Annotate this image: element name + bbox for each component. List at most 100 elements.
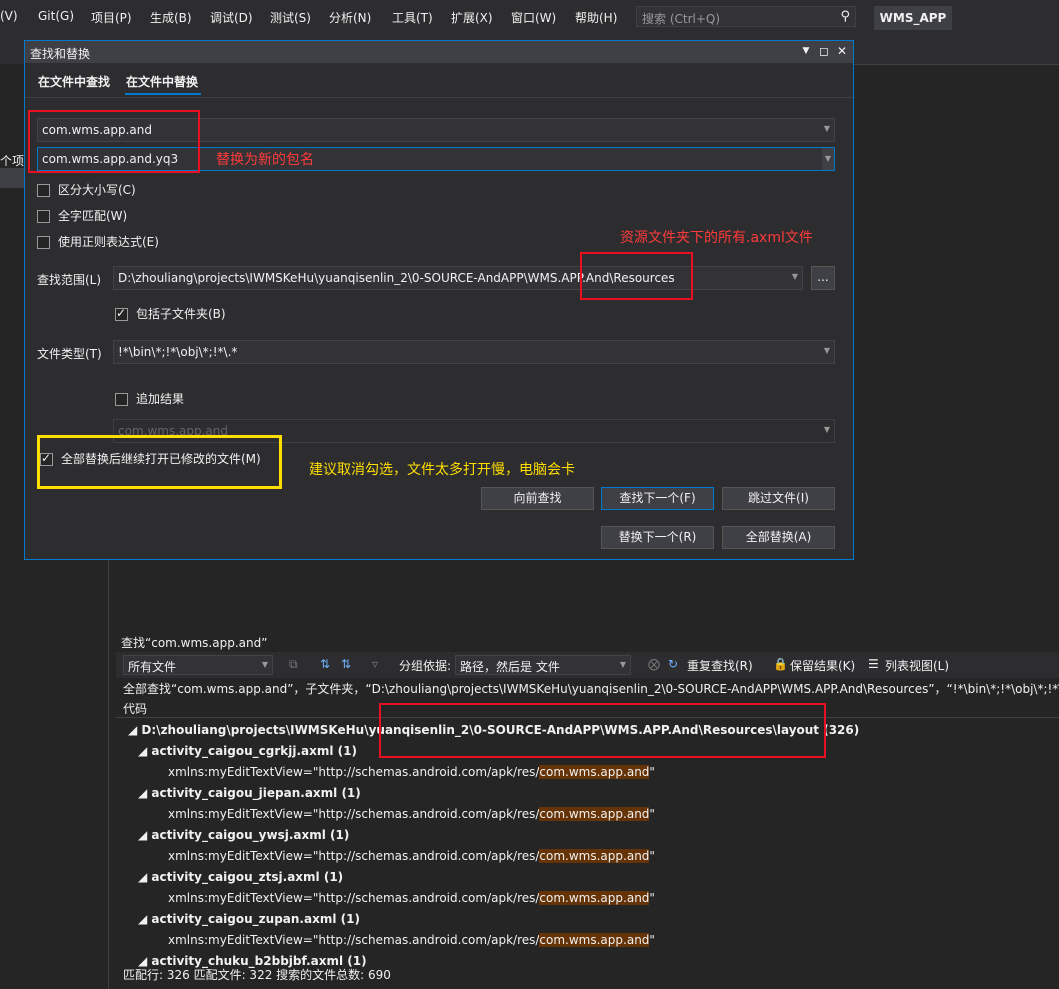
match-line-row[interactable]: xmlns:myEditTextView="http://schemas.and… bbox=[168, 891, 655, 905]
replace-annotation: 替换为新的包名 bbox=[216, 152, 314, 168]
file-filter-value: 所有文件 bbox=[128, 660, 177, 674]
match-line-suffix: " bbox=[649, 891, 655, 905]
menu-view[interactable]: (V) bbox=[0, 9, 18, 23]
append-results-checkbox[interactable] bbox=[115, 393, 128, 406]
dialog-title: 查找和替换 bbox=[30, 47, 91, 61]
whole-word-option[interactable]: 全字匹配(W) bbox=[37, 207, 127, 224]
regex-option[interactable]: 使用正则表达式(E) bbox=[37, 233, 159, 250]
menu-tools[interactable]: 工具(T) bbox=[392, 9, 433, 26]
menu-git[interactable]: Git(G) bbox=[38, 9, 74, 23]
maximize-icon[interactable]: ◻ bbox=[817, 44, 831, 58]
menu-debug[interactable]: 调试(D) bbox=[210, 9, 253, 26]
close-icon[interactable]: ✕ bbox=[835, 44, 849, 58]
keep-results-button[interactable]: 保留结果(K) bbox=[790, 657, 855, 674]
expand-arrow-icon[interactable]: ◢ bbox=[138, 828, 151, 842]
app-title: WMS_APP bbox=[874, 6, 952, 30]
lock-icon[interactable]: 🔒 bbox=[773, 657, 788, 671]
whole-word-checkbox[interactable] bbox=[37, 210, 50, 223]
menu-window[interactable]: 窗口(W) bbox=[511, 9, 556, 26]
match-line-suffix: " bbox=[649, 807, 655, 821]
search-input[interactable]: 搜索 (Ctrl+Q) ⚲ bbox=[636, 6, 856, 27]
results-summary: 全部查找“com.wms.app.and”，子文件夹，“D:\zhouliang… bbox=[123, 682, 1059, 696]
list-view-button[interactable]: 列表视图(L) bbox=[885, 657, 949, 674]
chevron-down-icon[interactable]: ▼ bbox=[822, 148, 834, 170]
browse-button[interactable]: ... bbox=[811, 266, 835, 290]
regex-label: 使用正则表达式(E) bbox=[58, 235, 159, 249]
include-subfolders-label: 包括子文件夹(B) bbox=[136, 307, 226, 321]
chevron-down-icon[interactable]: ▼ bbox=[620, 660, 626, 669]
match-highlight: com.wms.app.and bbox=[539, 765, 650, 779]
file-row[interactable]: ◢ activity_caigou_jiepan.axml (1) bbox=[138, 786, 361, 800]
menu-extensions[interactable]: 扩展(X) bbox=[451, 9, 493, 26]
selected-row[interactable] bbox=[0, 168, 24, 188]
find-next-button[interactable]: 查找下一个(F) bbox=[601, 487, 714, 510]
expand-arrow-icon[interactable]: ◢ bbox=[138, 744, 151, 758]
scope-label: 查找范围(L) bbox=[37, 273, 102, 287]
match-line-prefix: xmlns:myEditTextView="http://schemas.and… bbox=[168, 765, 540, 779]
code-column-header: 代码 bbox=[123, 702, 148, 716]
skip-file-button[interactable]: 跳过文件(I) bbox=[722, 487, 835, 510]
scope-combo[interactable]: D:\zhouliang\projects\IWMSKeHu\yuanqisen… bbox=[113, 266, 803, 290]
menu-help[interactable]: 帮助(H) bbox=[575, 9, 617, 26]
cancel-search-icon[interactable]: ⨂ bbox=[648, 657, 660, 671]
match-case-checkbox[interactable] bbox=[37, 184, 50, 197]
match-highlight: com.wms.app.and bbox=[539, 891, 650, 905]
match-line-suffix: " bbox=[649, 849, 655, 863]
tab-replace-in-files[interactable]: 在文件中替换 bbox=[126, 73, 198, 90]
match-line-row[interactable]: xmlns:myEditTextView="http://schemas.and… bbox=[168, 933, 655, 947]
match-line-prefix: xmlns:myEditTextView="http://schemas.and… bbox=[168, 807, 540, 821]
repeat-find-button[interactable]: 重复查找(R) bbox=[687, 657, 753, 674]
chevron-down-icon[interactable]: ▼ bbox=[792, 272, 798, 281]
search-icon[interactable]: ⚲ bbox=[840, 9, 850, 24]
copy-icon[interactable]: ⧉ bbox=[289, 657, 298, 672]
chevron-down-icon[interactable]: ▼ bbox=[824, 346, 830, 355]
whole-word-label: 全字匹配(W) bbox=[58, 209, 128, 223]
include-subfolders-checkbox[interactable] bbox=[115, 306, 128, 321]
replace-all-button[interactable]: 全部替换(A) bbox=[722, 526, 835, 549]
group-by-combo[interactable]: 路径，然后是 文件 ▼ bbox=[455, 655, 631, 675]
match-line-row[interactable]: xmlns:myEditTextView="http://schemas.and… bbox=[168, 849, 655, 863]
match-line-row[interactable]: xmlns:myEditTextView="http://schemas.and… bbox=[168, 765, 655, 779]
include-subfolders-option[interactable]: 包括子文件夹(B) bbox=[115, 305, 226, 322]
menu-build[interactable]: 生成(B) bbox=[150, 9, 192, 26]
list-view-icon[interactable]: ☰ bbox=[868, 657, 879, 671]
group-by-value: 路径，然后是 文件 bbox=[460, 660, 560, 674]
tab-find-in-files[interactable]: 在文件中查找 bbox=[38, 73, 110, 90]
dialog-titlebar[interactable]: 查找和替换 ▼ ◻ ✕ bbox=[25, 41, 853, 63]
append-results-label: 追加结果 bbox=[136, 392, 185, 406]
file-row[interactable]: ◢ activity_caigou_ztsj.axml (1) bbox=[138, 870, 343, 884]
regex-checkbox[interactable] bbox=[37, 236, 50, 249]
menu-test[interactable]: 测试(S) bbox=[270, 9, 311, 26]
expand-arrow-icon[interactable]: ◢ bbox=[128, 723, 137, 737]
chevron-down-icon[interactable]: ▼ bbox=[824, 124, 830, 133]
collapse-all-icon[interactable]: ⇅ bbox=[341, 657, 351, 671]
replace-next-button[interactable]: 替换下一个(R) bbox=[601, 526, 714, 549]
filetype-combo[interactable]: !*\bin\*;!*\obj\*;!*\.* ▼ bbox=[113, 340, 835, 364]
group-by-label: 分组依据: bbox=[399, 659, 452, 673]
expand-arrow-icon[interactable]: ◢ bbox=[138, 870, 151, 884]
file-row[interactable]: ◢ activity_caigou_ywsj.axml (1) bbox=[138, 828, 349, 842]
expand-arrow-icon[interactable]: ◢ bbox=[138, 786, 151, 800]
match-case-option[interactable]: 区分大小写(C) bbox=[37, 181, 136, 198]
file-name: activity_caigou_ywsj.axml (1) bbox=[151, 828, 350, 842]
menu-analyze[interactable]: 分析(N) bbox=[329, 9, 371, 26]
active-tab-indicator bbox=[125, 93, 201, 95]
append-results-option[interactable]: 追加结果 bbox=[115, 390, 184, 407]
match-line-row[interactable]: xmlns:myEditTextView="http://schemas.and… bbox=[168, 807, 655, 821]
expand-arrow-icon[interactable]: ◢ bbox=[138, 912, 151, 926]
expand-all-icon[interactable]: ⇅ bbox=[320, 657, 330, 671]
file-name: activity_caigou_cgrkjj.axml (1) bbox=[151, 744, 357, 758]
dropdown-icon[interactable]: ▼ bbox=[799, 46, 813, 56]
file-row[interactable]: ◢ activity_caigou_cgrkjj.axml (1) bbox=[138, 744, 357, 758]
chevron-down-icon[interactable]: ▼ bbox=[262, 660, 268, 669]
file-row[interactable]: ◢ activity_caigou_zupan.axml (1) bbox=[138, 912, 360, 926]
find-prev-button[interactable]: 向前查找 bbox=[481, 487, 594, 510]
file-name: activity_caigou_jiepan.axml (1) bbox=[151, 786, 361, 800]
menu-project[interactable]: 项目(P) bbox=[91, 9, 132, 26]
refresh-icon[interactable]: ↻ bbox=[668, 657, 678, 671]
chevron-down-icon: ▼ bbox=[823, 425, 830, 434]
file-filter-combo[interactable]: 所有文件 ▼ bbox=[123, 655, 273, 675]
results-title: 查找“com.wms.app.and” bbox=[121, 636, 268, 650]
filter-icon[interactable]: ▿ bbox=[372, 657, 378, 671]
find-replace-highlight bbox=[28, 110, 200, 173]
